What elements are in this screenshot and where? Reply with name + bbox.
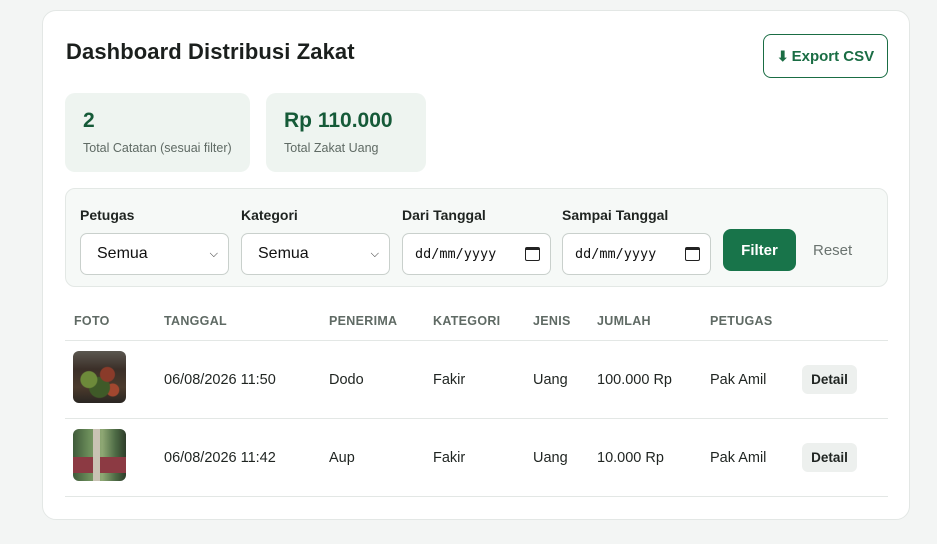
calendar-icon[interactable] (525, 247, 540, 261)
filter-button[interactable]: Filter (723, 229, 796, 271)
cell-tanggal: 06/08/2026 11:42 (164, 450, 276, 466)
export-csv-button[interactable]: ⬇ Export CSV (763, 34, 888, 78)
column-header-kategori: KATEGORI (433, 314, 501, 328)
stat-total-records: 2 Total Catatan (sesuai filter) (65, 93, 250, 172)
sampai-tanggal-placeholder: dd/mm/yyyy (575, 246, 657, 262)
download-icon: ⬇ (776, 47, 789, 64)
chevron-down-icon: ⌵ (209, 247, 218, 260)
row-photo-thumbnail[interactable] (73, 351, 126, 403)
column-header-foto: FOTO (74, 314, 110, 328)
cell-petugas: Pak Amil (710, 372, 767, 388)
table-divider (65, 418, 888, 419)
page-title: Dashboard Distribusi Zakat (66, 39, 355, 64)
cell-kategori: Fakir (433, 450, 466, 466)
calendar-icon[interactable] (685, 247, 700, 261)
column-header-jumlah: JUMLAH (597, 314, 651, 328)
detail-button[interactable]: Detail (802, 443, 857, 472)
filter-petugas: Petugas Semua ⌵ (80, 207, 229, 275)
dashboard-card: Dashboard Distribusi Zakat ⬇ Export CSV … (42, 10, 910, 520)
column-header-petugas: PETUGAS (710, 314, 773, 328)
cell-petugas: Pak Amil (710, 450, 767, 466)
reset-link[interactable]: Reset (813, 242, 852, 259)
dari-tanggal-input[interactable]: dd/mm/yyyy (402, 233, 551, 275)
chevron-down-icon: ⌵ (370, 247, 379, 260)
filter-dari-label: Dari Tanggal (402, 207, 486, 223)
kategori-select[interactable]: Semua ⌵ (241, 233, 390, 275)
dari-tanggal-placeholder: dd/mm/yyyy (415, 246, 497, 262)
petugas-select[interactable]: Semua ⌵ (80, 233, 229, 275)
stat-total-zakat: Rp 110.000 Total Zakat Uang (266, 93, 426, 172)
filter-sampai-tanggal: Sampai Tanggal dd/mm/yyyy (562, 207, 711, 275)
table-divider (65, 496, 888, 497)
stat-label: Total Zakat Uang (284, 141, 379, 155)
stat-value: 2 (83, 109, 95, 132)
column-header-penerima: PENERIMA (329, 314, 398, 328)
column-header-jenis: JENIS (533, 314, 571, 328)
sampai-tanggal-input[interactable]: dd/mm/yyyy (562, 233, 711, 275)
stat-value: Rp 110.000 (284, 109, 393, 132)
detail-button[interactable]: Detail (802, 365, 857, 394)
filter-kategori: Kategori Semua ⌵ (241, 207, 390, 275)
cell-penerima: Dodo (329, 372, 364, 388)
cell-tanggal: 06/08/2026 11:50 (164, 372, 276, 388)
stat-label: Total Catatan (sesuai filter) (83, 141, 232, 155)
cell-kategori: Fakir (433, 372, 466, 388)
filter-kategori-label: Kategori (241, 207, 298, 223)
column-header-tanggal: TANGGAL (164, 314, 227, 328)
cell-jumlah: 100.000 Rp (597, 372, 672, 388)
cell-jenis: Uang (533, 372, 568, 388)
cell-jenis: Uang (533, 450, 568, 466)
filter-dari-tanggal: Dari Tanggal dd/mm/yyyy (402, 207, 551, 275)
filter-panel: Petugas Semua ⌵ Kategori Semua ⌵ Dari Ta… (65, 188, 888, 287)
cell-jumlah: 10.000 Rp (597, 450, 664, 466)
petugas-select-value: Semua (97, 245, 148, 262)
filter-sampai-label: Sampai Tanggal (562, 207, 669, 223)
export-csv-label: Export CSV (791, 47, 875, 65)
cell-penerima: Aup (329, 450, 355, 466)
row-photo-thumbnail[interactable] (73, 429, 126, 481)
kategori-select-value: Semua (258, 245, 309, 262)
table-divider (65, 340, 888, 341)
filter-petugas-label: Petugas (80, 207, 135, 223)
